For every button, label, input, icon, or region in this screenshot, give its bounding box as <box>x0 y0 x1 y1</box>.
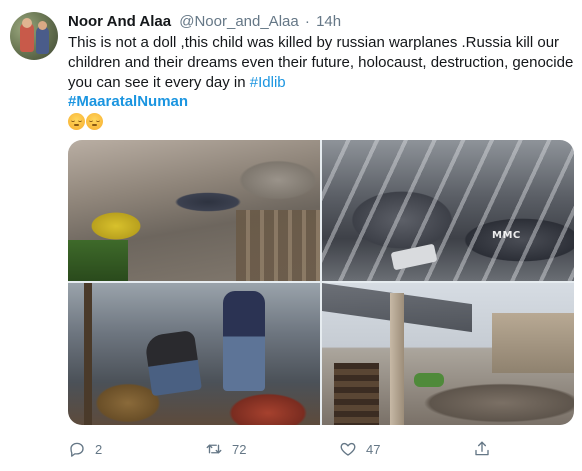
photo-detail <box>144 329 202 397</box>
avatar-figure <box>36 26 49 54</box>
photo-detail <box>236 210 320 281</box>
reply-button[interactable]: 2 <box>68 440 102 458</box>
photo-detail <box>492 313 574 373</box>
retweet-icon <box>206 444 222 454</box>
photo-detail <box>68 240 128 281</box>
photo-detail <box>334 363 379 425</box>
hashtag-link-maaratalnuman[interactable]: #MaaratalNuman <box>68 92 574 112</box>
photo-1[interactable] <box>68 140 320 281</box>
separator: · <box>304 13 310 30</box>
avatar-figure-head <box>22 18 32 28</box>
like-button[interactable]: 47 <box>339 440 380 458</box>
hashtag-link-idlib[interactable]: #Idlib <box>250 74 286 91</box>
photo-3[interactable] <box>68 283 320 425</box>
timestamp[interactable]: 14h <box>316 13 341 30</box>
tweet[interactable]: Noor And Alaa @Noor_and_Alaa · 14h This … <box>0 0 582 471</box>
reply-icon <box>70 442 84 457</box>
pensive-face-emoji-icon <box>68 113 85 131</box>
photo-detail <box>390 293 404 425</box>
display-name[interactable]: Noor And Alaa <box>68 13 171 30</box>
share-icon <box>475 441 489 456</box>
photo-4[interactable] <box>322 283 574 425</box>
avatar[interactable] <box>10 12 58 60</box>
reply-count: 2 <box>95 441 103 457</box>
photo-detail <box>84 283 92 425</box>
pensive-face-emoji-icon <box>86 113 103 131</box>
photo-watermark: MMC <box>492 230 521 241</box>
emoji-row <box>68 112 574 132</box>
photo-2[interactable]: MMC <box>322 140 574 281</box>
photo-detail <box>322 140 574 281</box>
media-grid: MMC <box>68 140 574 425</box>
photo-detail <box>414 373 444 387</box>
tweet-text-body: This is not a doll ,this child was kille… <box>68 34 574 91</box>
photo-detail <box>223 291 265 391</box>
tweet-content: Noor And Alaa @Noor_and_Alaa · 14h This … <box>68 12 574 132</box>
like-count: 47 <box>366 441 381 457</box>
share-button[interactable] <box>473 440 491 458</box>
retweet-count: 72 <box>232 441 247 457</box>
tweet-text: This is not a doll ,this child was kille… <box>68 33 574 92</box>
retweet-button[interactable]: 72 <box>205 440 246 458</box>
avatar-figure-head <box>38 21 47 30</box>
tweet-header: Noor And Alaa @Noor_and_Alaa · 14h <box>68 12 574 32</box>
heart-icon <box>340 442 356 456</box>
tweet-actions: 2 72 47 <box>68 440 574 462</box>
user-handle[interactable]: @Noor_and_Alaa <box>179 13 298 30</box>
